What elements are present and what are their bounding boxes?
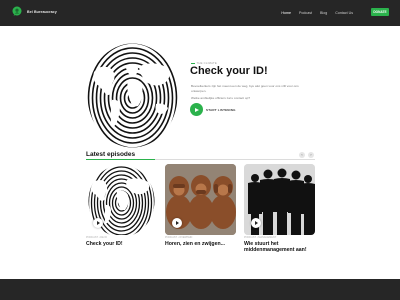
fingerprint-world-image [87, 43, 178, 148]
card-title[interactable]: Wie stuurt het middenmanagement aan! [244, 241, 316, 253]
brand-name[interactable]: Bel Bureaucracy [27, 10, 57, 14]
section-title: Latest episodes [86, 151, 136, 158]
site-footer [0, 279, 400, 300]
donate-button[interactable]: DONATE [371, 8, 389, 16]
logo-icon[interactable] [12, 6, 22, 17]
card-meta: PODCAST • MANAGEMENT [244, 236, 277, 239]
episode-image-3[interactable] [244, 164, 315, 235]
main-nav: Home Podcast Blog Contact Us [281, 11, 353, 15]
hero-description: Bevoelkerkers zijn het meest een de weg,… [191, 84, 299, 93]
nav-home[interactable]: Home [281, 11, 291, 15]
play-icon[interactable] [93, 218, 103, 228]
nav-contact[interactable]: Contact Us [335, 11, 353, 15]
nav-podcast[interactable]: Podcast [299, 11, 312, 15]
next-arrow-icon[interactable]: › [308, 152, 314, 158]
site-header: Bel Bureaucracy Home Podcast Blog Contac… [0, 0, 400, 26]
section-underline [86, 159, 155, 161]
nav-blog[interactable]: Blog [320, 11, 327, 15]
card-title[interactable]: Horen, zien en zwijgen... [165, 241, 236, 247]
episode-image-1[interactable] [86, 164, 157, 235]
section-divider [155, 159, 315, 160]
hero-title: Check your ID! [190, 65, 268, 77]
card-meta: PODCAST • DE ID [86, 236, 107, 239]
play-icon[interactable] [251, 218, 261, 228]
card-title[interactable]: Check your ID! [86, 241, 157, 247]
prev-arrow-icon[interactable]: ‹ [299, 152, 305, 158]
play-icon[interactable] [172, 218, 182, 228]
hero-description-2: Welke ambtelijke officiers zal u contact… [191, 96, 251, 100]
episode-image-2[interactable] [165, 164, 236, 235]
card-meta: PODCAST • OVERHEID [165, 236, 193, 239]
play-button[interactable] [190, 103, 203, 116]
start-listening-link[interactable]: START LISTENING [206, 108, 236, 112]
